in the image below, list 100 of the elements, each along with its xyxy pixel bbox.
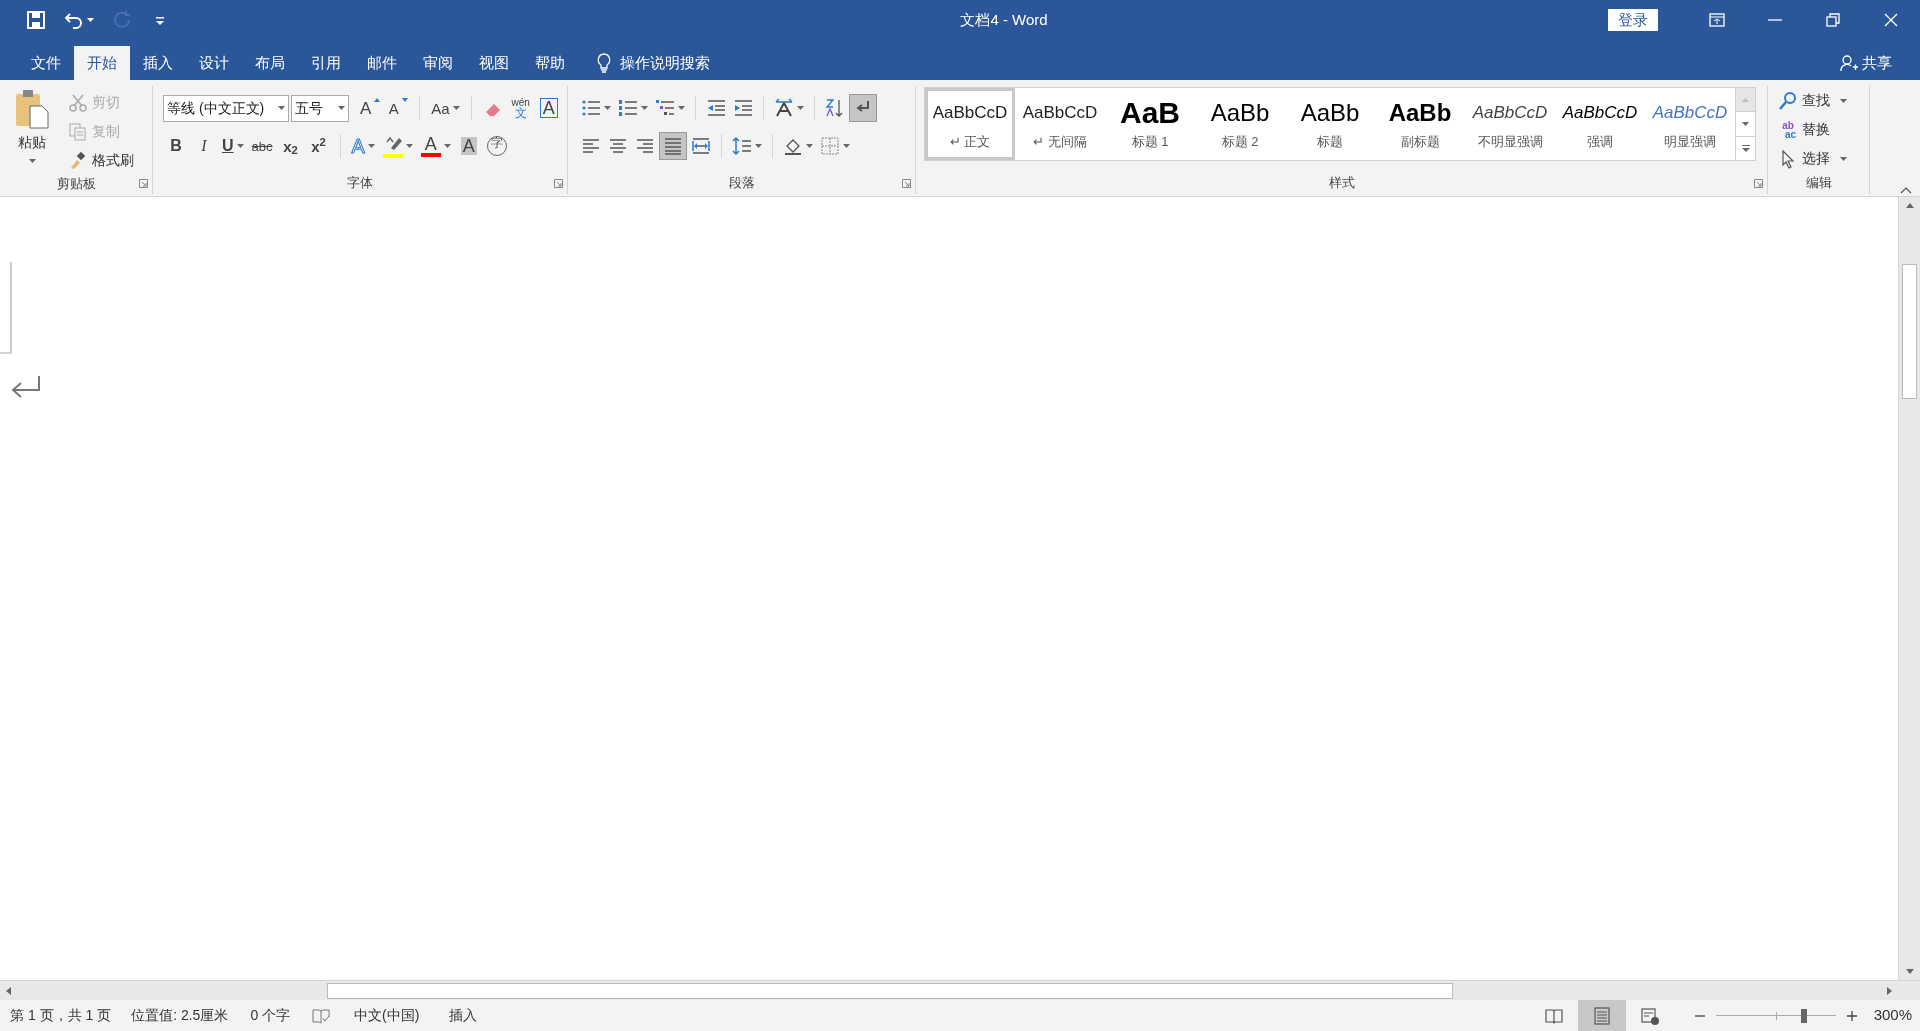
sign-in-button[interactable]: 登录: [1608, 9, 1658, 31]
caret-icon[interactable]: [806, 144, 813, 148]
style-tile[interactable]: AaBbCcD 不明显强调: [1465, 88, 1555, 160]
plus-icon: [1845, 1009, 1858, 1022]
toolbar-button[interactable]: Aa: [428, 94, 463, 122]
scissors-icon: [68, 92, 88, 113]
group-label: 样式: [1328, 174, 1355, 193]
paragraph-mark-icon: [11, 375, 41, 401]
ribbon-tab[interactable]: 插入: [130, 46, 186, 80]
caret-icon[interactable]: [1840, 156, 1847, 161]
dialog-launcher-icon[interactable]: [902, 178, 911, 188]
caret-icon[interactable]: [843, 144, 850, 148]
editing-button[interactable]: 选择: [1778, 146, 1847, 171]
align-center-icon: [608, 136, 628, 156]
toolbar-button[interactable]: A: [417, 132, 454, 160]
view-button[interactable]: [1577, 1000, 1626, 1031]
bullet-list-icon: [581, 98, 601, 118]
dialog-launcher-icon[interactable]: [554, 178, 563, 188]
restore-icon: [1825, 12, 1841, 28]
toolbar-button[interactable]: wén 文: [507, 94, 534, 122]
decrease-indent-icon: [706, 98, 726, 118]
ribbon-tab[interactable]: 邮件: [354, 46, 410, 80]
ribbon-tab[interactable]: 设计: [186, 46, 242, 80]
caret-icon[interactable]: [755, 144, 762, 148]
caret-icon[interactable]: [641, 106, 648, 110]
style-tile[interactable]: AaBbCcD ↵ 正文: [925, 88, 1015, 160]
ribbon-tab[interactable]: 引用: [298, 46, 354, 80]
slider-thumb[interactable]: [1801, 1008, 1808, 1023]
group-label: 编辑: [1805, 174, 1832, 193]
caret-icon[interactable]: [678, 106, 685, 110]
scrollbar-thumb[interactable]: [1902, 264, 1917, 399]
word-count[interactable]: 0 个字: [250, 1005, 291, 1026]
toolbar-button[interactable]: A: [385, 94, 412, 122]
caret-icon[interactable]: [797, 106, 804, 110]
toolbar-button[interactable]: A: [455, 132, 482, 160]
caret-icon[interactable]: [405, 144, 413, 148]
toolbar-button[interactable]: B: [163, 132, 189, 160]
style-tile[interactable]: AaBb 副标题: [1375, 88, 1465, 160]
caret-icon[interactable]: [1742, 122, 1749, 126]
toolbar-button[interactable]: [849, 94, 877, 122]
vertical-scrollbar[interactable]: [1898, 197, 1920, 980]
align-right-icon: [635, 136, 655, 156]
ribbon-tab[interactable]: 布局: [242, 46, 298, 80]
dropdown-field[interactable]: 五号: [291, 94, 349, 122]
zoom-in-button[interactable]: [1845, 1009, 1858, 1022]
share-button[interactable]: 共享: [1840, 46, 1892, 80]
style-tile[interactable]: AaBb 标题 2: [1195, 88, 1285, 160]
caret-right-icon: [1887, 986, 1892, 995]
toolbar-button[interactable]: x$_{2}$: [277, 132, 304, 160]
paste-button[interactable]: 粘贴: [6, 86, 58, 173]
caret-icon[interactable]: [338, 106, 345, 110]
caret-icon[interactable]: [443, 144, 451, 148]
save-icon: [26, 10, 46, 30]
tell-me-search[interactable]: 操作说明搜索: [596, 46, 710, 80]
horizontal-scrollbar[interactable]: [0, 980, 1920, 1000]
caret-left-icon: [6, 986, 11, 995]
style-tile[interactable]: AaBbCcD ↵ 无间隔: [1015, 88, 1105, 160]
style-tile[interactable]: AaBbCcD 明显强调: [1645, 88, 1735, 160]
ribbon-display-icon: [1709, 12, 1725, 28]
window-title: 文档4 - Word: [959, 9, 1049, 30]
ribbon-tab[interactable]: 视图: [466, 46, 522, 80]
multilevel-list-icon: [655, 98, 675, 118]
dialog-launcher-icon[interactable]: [139, 179, 148, 188]
editing-button[interactable]: 查找: [1778, 88, 1847, 113]
scrollbar-thumb[interactable]: [327, 982, 1453, 999]
style-tile[interactable]: AaB 标题 1: [1105, 88, 1195, 160]
lightbulb-icon: [596, 53, 612, 73]
dropdown-field[interactable]: 等线 (中文正文): [163, 94, 289, 122]
proofing-button[interactable]: [312, 1007, 331, 1024]
caret-icon[interactable]: [367, 144, 375, 148]
caret-icon[interactable]: [87, 18, 94, 22]
zoom-level[interactable]: 300%: [1873, 1004, 1912, 1027]
letter-arrows-icon: [774, 98, 794, 118]
caret-icon[interactable]: [236, 144, 244, 148]
dialog-launcher-icon[interactable]: [1754, 178, 1763, 188]
collapse-ribbon-icon[interactable]: [1900, 187, 1912, 194]
toolbar-button[interactable]: I: [191, 132, 217, 160]
caret-icon[interactable]: [452, 106, 460, 110]
toolbar-button[interactable]: A: [357, 94, 384, 122]
position-value[interactable]: 位置值: 2.5厘米: [131, 1005, 229, 1026]
ribbon-tab[interactable]: 审阅: [410, 46, 466, 80]
clipboard-button[interactable]: 格式刷: [68, 148, 134, 173]
caret-icon[interactable]: [28, 159, 36, 163]
style-tile[interactable]: AaBb 标题: [1285, 88, 1375, 160]
caret-icon[interactable]: [1840, 98, 1847, 103]
style-tile[interactable]: AaBbCcD 强调: [1555, 88, 1645, 160]
toolbar-button[interactable]: abc: [248, 132, 276, 160]
copy-icon: [68, 121, 88, 142]
toolbar-button[interactable]: x$^{2}$: [305, 132, 332, 160]
close-icon: [1883, 12, 1899, 28]
ribbon-tab[interactable]: 帮助: [522, 46, 578, 80]
caret-icon[interactable]: [604, 106, 611, 110]
language-indicator[interactable]: 中文(中国): [354, 1005, 420, 1026]
caret-icon[interactable]: [278, 106, 285, 110]
zoom-slider[interactable]: [1715, 1008, 1836, 1023]
ribbon-tab[interactable]: 开始: [74, 46, 130, 80]
toolbar-button[interactable]: U: [219, 132, 247, 160]
ribbon-tab[interactable]: 文件: [18, 46, 74, 80]
page-count[interactable]: 第 1 页，共 1 页: [10, 1005, 112, 1026]
insert-mode-indicator[interactable]: 插入: [449, 1005, 478, 1026]
